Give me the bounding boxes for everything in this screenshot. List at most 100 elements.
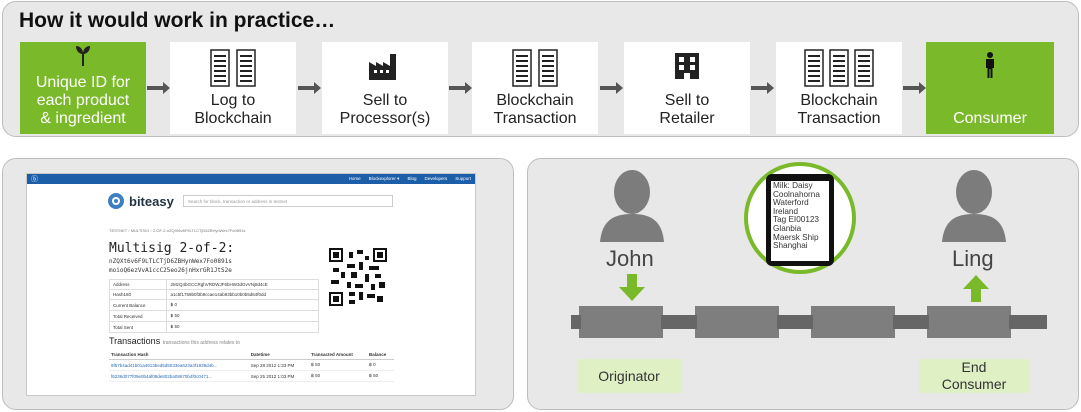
ledger-icon (776, 48, 902, 88)
tx-amount: ฿ 50 (308, 359, 368, 371)
tx-balance: ฿ 0 (367, 359, 394, 371)
step-label: each product (36, 92, 130, 109)
explorer-search-input[interactable]: Search for block, transaction or address… (183, 195, 393, 207)
info-key: Total Sent (108, 321, 168, 333)
column-header: Transacted Amount (308, 350, 368, 360)
table-row: f6236d077f09e0b4af08de802ba08670b4f0c047… (109, 370, 394, 382)
end-consumer-label: End Consumer (919, 359, 1029, 393)
step-sell-processor: Sell to Processor(s) (322, 42, 448, 134)
step-label: Transaction (493, 110, 577, 127)
step-label: Consumer (953, 110, 1027, 127)
tx-amount: ฿ 50 (308, 370, 368, 382)
phone-screen: Milk: Daisy Coolnahorna Waterford Irelan… (771, 181, 829, 261)
table-row: Hash160 a1c5f1759b0f3b9ccae14ab93bb10b0b5… (108, 289, 319, 300)
info-value: a1c5f1759b0f3b9ccae14ab93bb10b0b5d64f0dd (166, 289, 319, 300)
step-label: Sell to (362, 92, 408, 109)
column-header: Datetime (248, 350, 309, 360)
table-row: Total Sent ฿ 50 (108, 321, 319, 333)
flow-arrow (903, 82, 926, 94)
originator-label-text: Originator (598, 367, 660, 384)
step-label: Sell to (664, 92, 710, 109)
breadcrumb: TESTNET › MULTISIG › 2-OF-2-nZQXt6v6F9LT… (109, 228, 246, 233)
nav-link[interactable]: Blog (407, 176, 416, 182)
step-label: & ingredient (40, 110, 126, 127)
info-value: 2MzQ4bGCCRghVRDWJF6bHW3dGvVNj8d4cE (166, 279, 319, 290)
info-value: ฿ 0 (166, 299, 319, 311)
conveyor-belt (571, 306, 1047, 338)
info-key: Address (108, 279, 168, 290)
originator-label: Originator (577, 359, 681, 393)
explorer-screenshot: ⓑ Home Blockexplorer ▾ Blog Developers S… (26, 173, 476, 396)
explorer-nav: Home Blockexplorer ▾ Blog Developers Sup… (349, 176, 471, 182)
step-log-blockchain: Log to Blockchain (170, 42, 296, 134)
tx-hash-link[interactable]: 9f57b4ad41b01a4913bed5d5033ea623a4f1939d… (109, 359, 249, 371)
store-icon (624, 52, 750, 92)
table-row: 9f57b4ad41b01a4913bed5d5033ea623a4f1939d… (109, 359, 394, 371)
tx-hash-link[interactable]: f6236d077f09e0b4af08de802ba08670b4f0c047… (109, 370, 249, 382)
step-blockchain-transaction: Blockchain Transaction (776, 42, 902, 134)
ledger-icon (170, 48, 296, 88)
tx-date: Sep 25 2012 1:03 PM (248, 370, 309, 382)
step-consumer: Consumer (926, 42, 1054, 134)
step-label: Blockchain (194, 110, 272, 127)
step-label: Blockchain (800, 92, 878, 109)
transactions-subtitle: transactions this address relates to (162, 340, 240, 346)
bitcoin-icon: ⓑ (31, 176, 38, 183)
table-header-row: Transaction Hash Datetime Transacted Amo… (109, 350, 394, 360)
ledger-icon (472, 48, 598, 88)
transactions-title: Transactions (109, 336, 161, 346)
end-consumer-label-text: End (961, 359, 987, 375)
step-label: Processor(s) (339, 110, 431, 127)
table-row: Current Balance ฿ 0 (108, 299, 319, 311)
flow-arrow (751, 82, 774, 94)
multisig-title: Multisig 2-of-2: (109, 241, 235, 256)
factory-icon (322, 52, 448, 92)
explorer-navbar: ⓑ Home Blockexplorer ▾ Blog Developers S… (27, 174, 475, 184)
consumer-name: Ling (952, 246, 994, 271)
info-key: Hash160 (108, 289, 168, 300)
tx-balance: ฿ 50 (367, 370, 394, 382)
explorer-brand: biteasy (107, 192, 174, 210)
transactions-table: Transaction Hash Datetime Transacted Amo… (109, 350, 394, 382)
nav-link[interactable]: Home (349, 176, 361, 182)
qr-code-icon (329, 248, 387, 306)
originator-name: John (606, 246, 654, 271)
table-row: Total Received ฿ 50 (108, 310, 319, 322)
table-row: Address 2MzQ4bGCCRghVRDWJF6bHW3dGvVNj8d4c… (108, 279, 319, 290)
person-icon (926, 52, 1054, 92)
nav-link[interactable]: Support (455, 176, 471, 182)
phone-line: Shanghai (773, 241, 808, 251)
end-consumer-label-text: Consumer (941, 376, 1007, 392)
flow-arrow (298, 82, 321, 94)
info-value: ฿ 50 (166, 321, 319, 333)
up-arrow-icon (963, 275, 989, 302)
info-key: Current Balance (108, 299, 168, 311)
flow-arrow (147, 82, 170, 94)
step-label: Transaction (797, 110, 881, 127)
step-blockchain-transaction: Blockchain Transaction (472, 42, 598, 134)
column-header: Transaction Hash (109, 350, 249, 360)
column-header: Balance (367, 350, 394, 360)
info-value: ฿ 50 (166, 310, 319, 322)
transactions-heading: Transactions transactions this address r… (109, 336, 240, 346)
address-info-table: Address 2MzQ4bGCCRghVRDWJF6bHW3dGvVNj8d4c… (108, 279, 319, 333)
step-unique-id: Unique ID for each product & ingredient (20, 42, 146, 134)
consumer-silhouette-icon (942, 170, 1006, 242)
step-label: Retailer (659, 110, 715, 127)
tx-date: Sep 28 2012 1:33 PM (248, 359, 309, 371)
step-label: Blockchain (496, 92, 574, 109)
step-label: Unique ID for (35, 74, 131, 91)
multisig-address: nZQXt6v6F9LTLCTjD6ZBHynWex7Fo0891s (109, 258, 232, 265)
nav-link[interactable]: Blockexplorer ▾ (369, 176, 400, 182)
headline: How it would work in practice… (19, 9, 336, 32)
nav-link[interactable]: Developers (424, 176, 447, 182)
flow-arrow (449, 82, 472, 94)
originator-silhouette-icon (600, 170, 664, 242)
biteasy-logo-icon (108, 193, 124, 209)
step-sell-retailer: Sell to Retailer (624, 42, 750, 134)
down-arrow-icon (619, 274, 645, 301)
multisig-address: moioQ6ezVvA1ccC25eo26jnHxrGR1JtS2e (109, 267, 232, 274)
step-label: Log to (210, 92, 256, 109)
brand-name: biteasy (129, 193, 174, 209)
flow-arrow (600, 82, 623, 94)
